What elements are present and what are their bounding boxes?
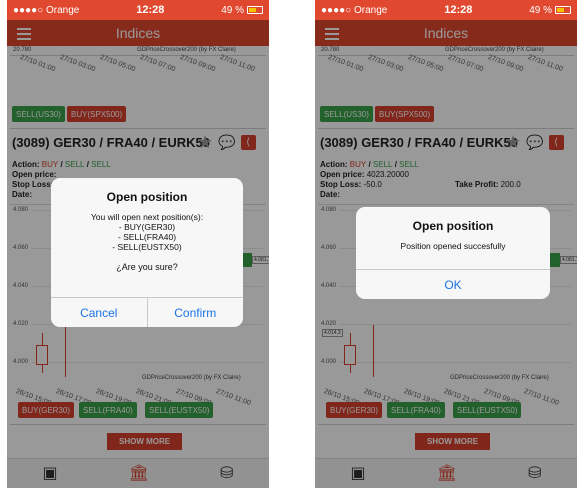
carrier: ●●●●○ Orange [13,4,80,16]
battery-level: 49 % [221,4,244,16]
dialog-message: Position opened succesfully [400,241,506,251]
battery-level: 49 % [529,4,552,16]
dialog-message: You will open next position(s): - BUY(GE… [90,212,204,252]
success-dialog: Open position Position opened succesfull… [356,207,550,299]
battery: 49 % [221,5,263,16]
battery: 49 % [529,5,571,16]
carrier: ●●●●○ Orange [321,4,388,16]
status-bar: ●●●●○ Orange 12:28 49 % [7,0,269,20]
phone-confirm-screen: ●●●●○ Orange 12:28 49 % Indices 20.780 G… [7,0,269,488]
dialog-question: ¿Are you sure? [116,262,178,272]
phone-success-screen: ●●●●○ Orange 12:28 49 % Indices 20.780 G… [315,0,577,488]
cancel-button[interactable]: Cancel [51,298,147,327]
dialog-title: Open position [106,190,188,204]
dialog-buttons: Cancel Confirm [51,297,243,327]
status-bar: ●●●●○ Orange 12:28 49 % [315,0,577,20]
confirm-button[interactable]: Confirm [146,298,244,327]
clock: 12:28 [136,4,165,16]
screenshot-pair: ●●●●○ Orange 12:28 49 % Indices 20.780 G… [0,0,577,488]
ok-button[interactable]: OK [356,270,550,299]
confirm-dialog: Open position You will open next positio… [51,178,243,327]
dialog-title: Open position [412,219,494,233]
battery-icon [555,6,571,14]
clock: 12:28 [444,4,473,16]
battery-icon [247,6,263,14]
dialog-buttons: OK [356,269,550,299]
